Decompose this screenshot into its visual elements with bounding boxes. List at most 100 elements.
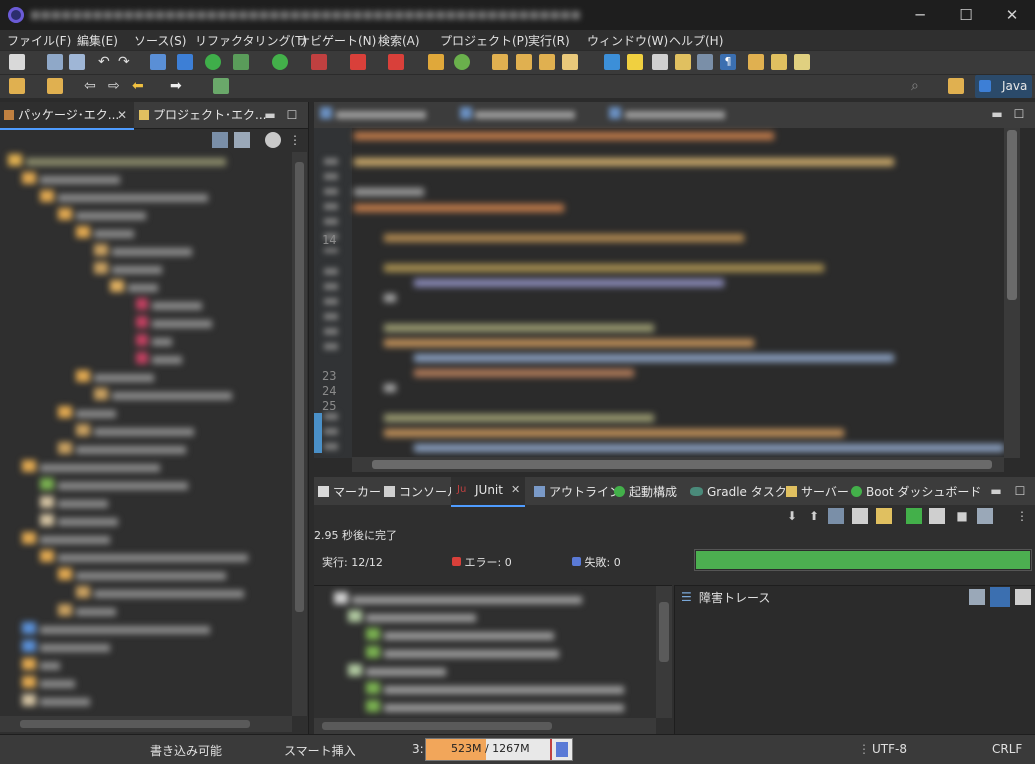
redo-icon[interactable]: ↷: [118, 54, 134, 70]
menu-edit[interactable]: 編集(E): [77, 32, 118, 49]
tab-package-explorer[interactable]: パッケージ･エク... ✕: [0, 102, 134, 130]
maximize-editor-icon[interactable]: ☐: [1011, 106, 1027, 122]
close-tab-icon[interactable]: ✕: [117, 102, 127, 128]
minimize-editor-icon[interactable]: ▬: [989, 106, 1005, 122]
highlight-icon[interactable]: [627, 54, 643, 70]
close-junit-tab-icon[interactable]: ✕: [511, 483, 520, 496]
boot-icon[interactable]: [205, 54, 221, 70]
nav-back-icon[interactable]: ⬅: [132, 78, 148, 94]
editor-hscroll-thumb[interactable]: [372, 460, 992, 469]
minimize-bottom-icon[interactable]: ▬: [988, 483, 1004, 499]
open-task-icon[interactable]: [539, 54, 555, 70]
focus-icon[interactable]: [265, 132, 281, 148]
next-failure-icon[interactable]: ⬇: [784, 508, 800, 524]
test-tree-hscroll-thumb[interactable]: [322, 722, 552, 730]
editor-vertical-scrollbar[interactable]: [1004, 128, 1020, 458]
next-annotation-icon[interactable]: [748, 54, 764, 70]
menu-project[interactable]: プロジェクト(P): [440, 32, 529, 49]
rerun-test-icon[interactable]: [906, 508, 922, 524]
import-icon[interactable]: [9, 78, 25, 94]
tab-junit[interactable]: Ju JUnit ✕: [451, 477, 525, 507]
menu-window[interactable]: ウィンドウ(W): [587, 32, 668, 49]
explorer-scroll-thumb[interactable]: [295, 162, 304, 612]
stop-test-icon[interactable]: ■: [954, 508, 970, 524]
coverage-icon[interactable]: [311, 54, 327, 70]
test-tree-hscroll[interactable]: [314, 718, 656, 734]
filter-stack-trace-icon[interactable]: [990, 587, 1010, 607]
junit-view-menu-icon[interactable]: ⋮: [1014, 508, 1030, 524]
explorer-vertical-scrollbar[interactable]: [292, 152, 307, 716]
status-line-delimiter[interactable]: CRLF: [992, 742, 1022, 756]
menu-help[interactable]: ヘルプ(H): [669, 32, 723, 49]
tab-boot-dashboard[interactable]: Boot ダッシュボード: [851, 483, 981, 500]
rerun-failed-first-icon[interactable]: [929, 508, 945, 524]
tab-launch-config[interactable]: 起動構成: [614, 483, 677, 500]
menu-navigate[interactable]: ナビゲート(N): [298, 32, 376, 49]
link-with-editor-icon[interactable]: [234, 132, 250, 148]
minimize-icon[interactable]: ─: [897, 0, 943, 30]
forward-icon[interactable]: ⇨: [108, 78, 124, 94]
save-all-icon[interactable]: [69, 54, 85, 70]
minimize-view-icon[interactable]: ▬: [262, 107, 278, 123]
settings-icon[interactable]: [177, 54, 193, 70]
maximize-view-icon[interactable]: ☐: [284, 107, 300, 123]
test-tree-vscroll-thumb[interactable]: [659, 602, 669, 662]
editor-scroll-thumb[interactable]: [1007, 130, 1017, 300]
tab-servers[interactable]: サーバー: [786, 483, 849, 500]
terminal-icon[interactable]: [150, 54, 166, 70]
debug-icon[interactable]: [233, 54, 249, 70]
menu-file[interactable]: ファイル(F): [7, 32, 71, 49]
scroll-lock-icon[interactable]: [876, 508, 892, 524]
export-icon[interactable]: [47, 78, 63, 94]
tab-gradle-tasks[interactable]: Gradle タスク: [690, 483, 787, 500]
new-icon[interactable]: [9, 54, 25, 70]
copy-trace-icon[interactable]: [1015, 589, 1031, 605]
menu-source[interactable]: ソース(S): [134, 32, 186, 49]
java-perspective-button[interactable]: Java: [975, 75, 1032, 98]
test-results-tree[interactable]: [314, 585, 672, 735]
compare-result-icon[interactable]: [969, 589, 985, 605]
maximize-icon[interactable]: ☐: [943, 0, 989, 30]
search-icon[interactable]: ⌕: [911, 78, 927, 94]
tab-markers[interactable]: マーカー: [318, 483, 381, 500]
test-tree-vscroll[interactable]: [656, 586, 672, 718]
stop-icon[interactable]: [350, 54, 366, 70]
explorer-horizontal-scrollbar[interactable]: [0, 716, 292, 732]
nav-forward-icon[interactable]: ➡: [170, 78, 186, 94]
prev-annotation-icon[interactable]: [771, 54, 787, 70]
test-run-history-icon[interactable]: [977, 508, 993, 524]
external-tools-icon[interactable]: [388, 54, 404, 70]
undo-icon[interactable]: ↶: [98, 54, 114, 70]
status-encoding[interactable]: UTF-8: [872, 742, 907, 756]
last-edit-icon[interactable]: [794, 54, 810, 70]
show-failures-only-icon[interactable]: [828, 508, 844, 524]
tab-outline[interactable]: アウトライン: [534, 483, 621, 500]
close-window-icon[interactable]: ✕: [989, 0, 1035, 30]
open-type-icon[interactable]: [492, 54, 508, 70]
save-icon[interactable]: [47, 54, 63, 70]
new-java-project-icon[interactable]: [428, 54, 444, 70]
pin-editor-icon[interactable]: [213, 78, 229, 94]
heap-status[interactable]: 523M / 1267M: [425, 738, 573, 761]
menu-search[interactable]: 検索(A): [378, 32, 420, 49]
show-whitespace-icon[interactable]: ¶: [720, 54, 736, 70]
view-menu-icon[interactable]: ⋮: [287, 132, 303, 148]
code-editor[interactable]: ▬ ☐ 14 23 24 25: [314, 102, 1035, 472]
run-icon[interactable]: [272, 54, 288, 70]
menu-run[interactable]: 実行(R): [528, 32, 570, 49]
editor-horizontal-scrollbar[interactable]: [352, 457, 1004, 472]
garbage-collect-icon[interactable]: [556, 742, 568, 757]
collapse-all-icon[interactable]: [212, 132, 228, 148]
maximize-bottom-icon[interactable]: ☐: [1012, 483, 1028, 499]
explorer-hscroll-thumb[interactable]: [20, 720, 250, 728]
toggle-breadcrumb-icon[interactable]: [652, 54, 668, 70]
markers-toolbar-icon[interactable]: [604, 54, 620, 70]
new-class-icon[interactable]: [454, 54, 470, 70]
menu-refactor[interactable]: リファクタリング(T): [195, 32, 307, 49]
previous-failure-icon[interactable]: ⬆: [806, 508, 822, 524]
annotation-icon[interactable]: [675, 54, 691, 70]
open-resource-icon[interactable]: [516, 54, 532, 70]
back-icon[interactable]: ⇦: [84, 78, 100, 94]
show-skipped-icon[interactable]: [852, 508, 868, 524]
pen-icon[interactable]: [562, 54, 578, 70]
